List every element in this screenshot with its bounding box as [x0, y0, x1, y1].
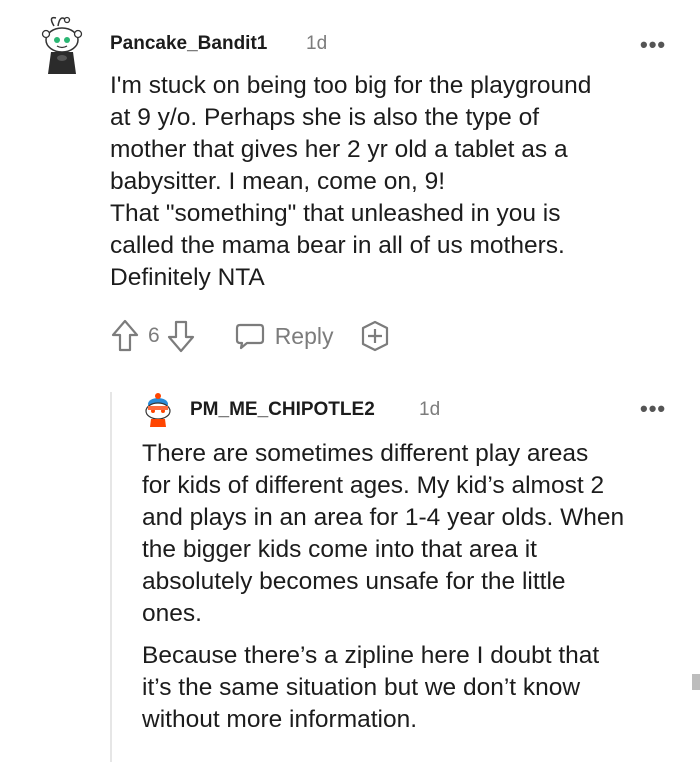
plus-circle-icon[interactable]: [358, 319, 392, 353]
speech-bubble-icon: [234, 320, 266, 352]
avatar[interactable]: [142, 392, 174, 428]
comment-line: babysitter. I mean, come on, 9!: [110, 168, 446, 195]
reply-line: for kids of different ages. My kid’s alm…: [142, 472, 605, 499]
vote-count: 6: [148, 324, 160, 347]
comment-line: mother that gives her 2 yr old a tablet …: [110, 136, 568, 163]
snoo-avatar-icon: [41, 16, 83, 74]
comment-actions: 6 Reply: [110, 318, 392, 354]
reply-line: ones.: [142, 600, 202, 627]
more-options-icon[interactable]: •••: [640, 396, 666, 422]
comment-line: at 9 y/o. Perhaps she is also the type o…: [110, 104, 540, 131]
snoo-avatar-icon: [145, 393, 171, 427]
reply-line: and plays in an area for 1-4 year olds. …: [142, 504, 625, 531]
comment-line: Definitely NTA: [110, 264, 265, 291]
reply-username[interactable]: PM_ME_CHIPOTLE2: [190, 399, 375, 421]
reply-timestamp: 1d: [419, 399, 441, 420]
reply-body: There are sometimes different play areas…: [142, 438, 692, 736]
comment-body: I'm stuck on being too big for the playg…: [110, 70, 690, 294]
thread-line[interactable]: [110, 392, 112, 762]
reply-line: Because there’s a zipline here I doubt t…: [142, 642, 600, 669]
reply-line: the bigger kids come into that area it: [142, 536, 537, 563]
avatar[interactable]: [36, 12, 86, 74]
comment-line: called the mama bear in all of us mother…: [110, 232, 565, 259]
comment-line: I'm stuck on being too big for the playg…: [110, 72, 592, 99]
more-options-icon[interactable]: •••: [640, 32, 666, 58]
reply-button[interactable]: Reply: [234, 320, 334, 352]
scrollbar-thumb[interactable]: [692, 674, 700, 690]
comment-timestamp: 1d: [306, 33, 328, 54]
reply-line: There are sometimes different play areas: [142, 440, 589, 467]
comment-username[interactable]: Pancake_Bandit1: [110, 33, 267, 55]
reply-line: it’s the same situation but we don’t kno…: [142, 674, 581, 701]
downvote-arrow-icon[interactable]: [166, 318, 196, 354]
reply-label: Reply: [274, 322, 334, 349]
reply-line: absolutely becomes unsafe for the little: [142, 568, 566, 595]
upvote-arrow-icon[interactable]: [110, 318, 140, 354]
comment-line: That "something" that unleashed in you i…: [110, 200, 561, 227]
reply-line: without more information.: [142, 706, 418, 733]
